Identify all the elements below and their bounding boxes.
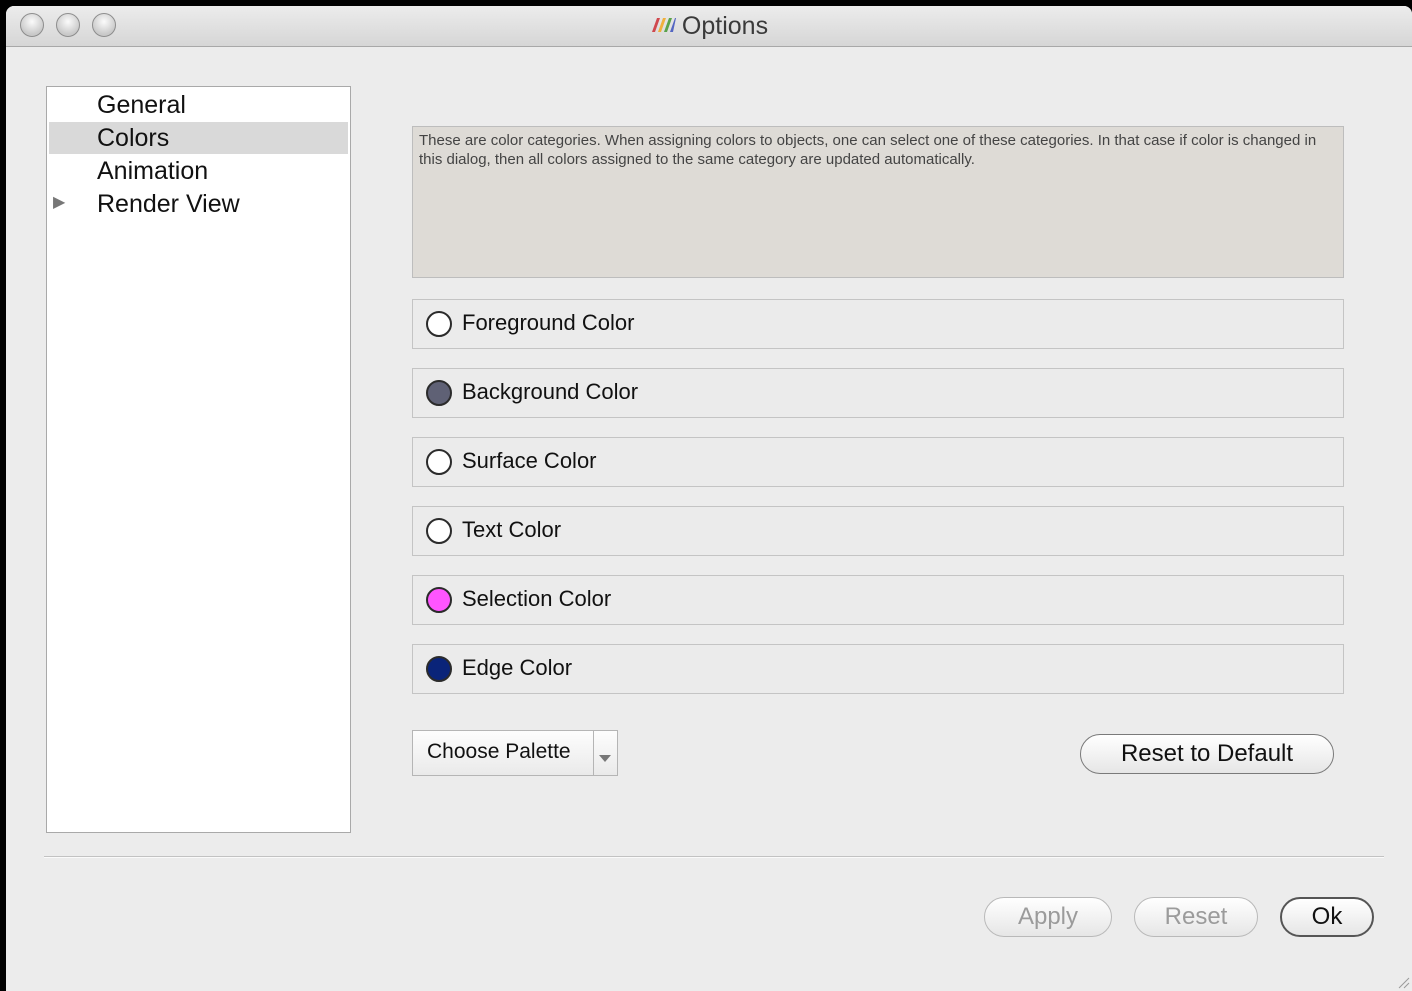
choose-palette-label: Choose Palette <box>427 740 571 763</box>
sidebar-item-animation[interactable]: Animation <box>49 155 348 187</box>
paraview-app-icon <box>651 18 676 33</box>
color-label: Text Color <box>462 517 562 542</box>
sidebar-item-general[interactable]: General <box>49 89 348 121</box>
color-label: Surface Color <box>462 448 597 473</box>
text-color-button[interactable]: Text Color <box>412 506 1344 556</box>
sidebar-item-label: Animation <box>97 157 209 185</box>
color-swatch <box>426 449 452 475</box>
background-color-button[interactable]: Background Color <box>412 368 1344 418</box>
options-category-list[interactable]: General Colors Animation ▶ Render View <box>46 86 351 833</box>
edge-color-button[interactable]: Edge Color <box>412 644 1344 694</box>
color-swatch <box>426 311 452 337</box>
sidebar-item-colors[interactable]: Colors <box>49 122 348 154</box>
sidebar-item-label: Colors <box>97 124 170 152</box>
reset-button[interactable]: Reset <box>1134 897 1258 937</box>
choose-palette-button[interactable]: Choose Palette <box>412 730 618 776</box>
title-bar: Options <box>6 6 1412 47</box>
separator <box>44 856 1384 858</box>
resize-grip-icon[interactable] <box>1394 973 1410 989</box>
apply-button[interactable]: Apply <box>984 897 1112 937</box>
color-swatch <box>426 380 452 406</box>
color-label: Background Color <box>462 379 639 404</box>
options-window: Options General Colors Animation ▶ Rende… <box>6 6 1412 991</box>
dropdown-arrow-icon[interactable] <box>599 755 611 762</box>
color-swatch <box>426 587 452 613</box>
ok-button[interactable]: Ok <box>1280 897 1374 937</box>
color-label: Edge Color <box>462 655 573 680</box>
color-swatch <box>426 656 452 682</box>
reset-to-default-button[interactable]: Reset to Default <box>1080 734 1334 774</box>
surface-color-button[interactable]: Surface Color <box>412 437 1344 487</box>
sidebar-item-render-view[interactable]: ▶ Render View <box>49 188 348 220</box>
selection-color-button[interactable]: Selection Color <box>412 575 1344 625</box>
foreground-color-button[interactable]: Foreground Color <box>412 299 1344 349</box>
color-categories-description: These are color categories. When assigni… <box>412 126 1344 278</box>
sidebar-item-label: Render View <box>97 190 240 218</box>
window-title: Options <box>681 12 769 40</box>
expand-triangle-icon[interactable]: ▶ <box>53 192 65 212</box>
color-label: Selection Color <box>462 586 612 611</box>
color-label: Foreground Color <box>462 310 635 335</box>
sidebar-item-label: General <box>97 91 186 119</box>
color-swatch <box>426 518 452 544</box>
